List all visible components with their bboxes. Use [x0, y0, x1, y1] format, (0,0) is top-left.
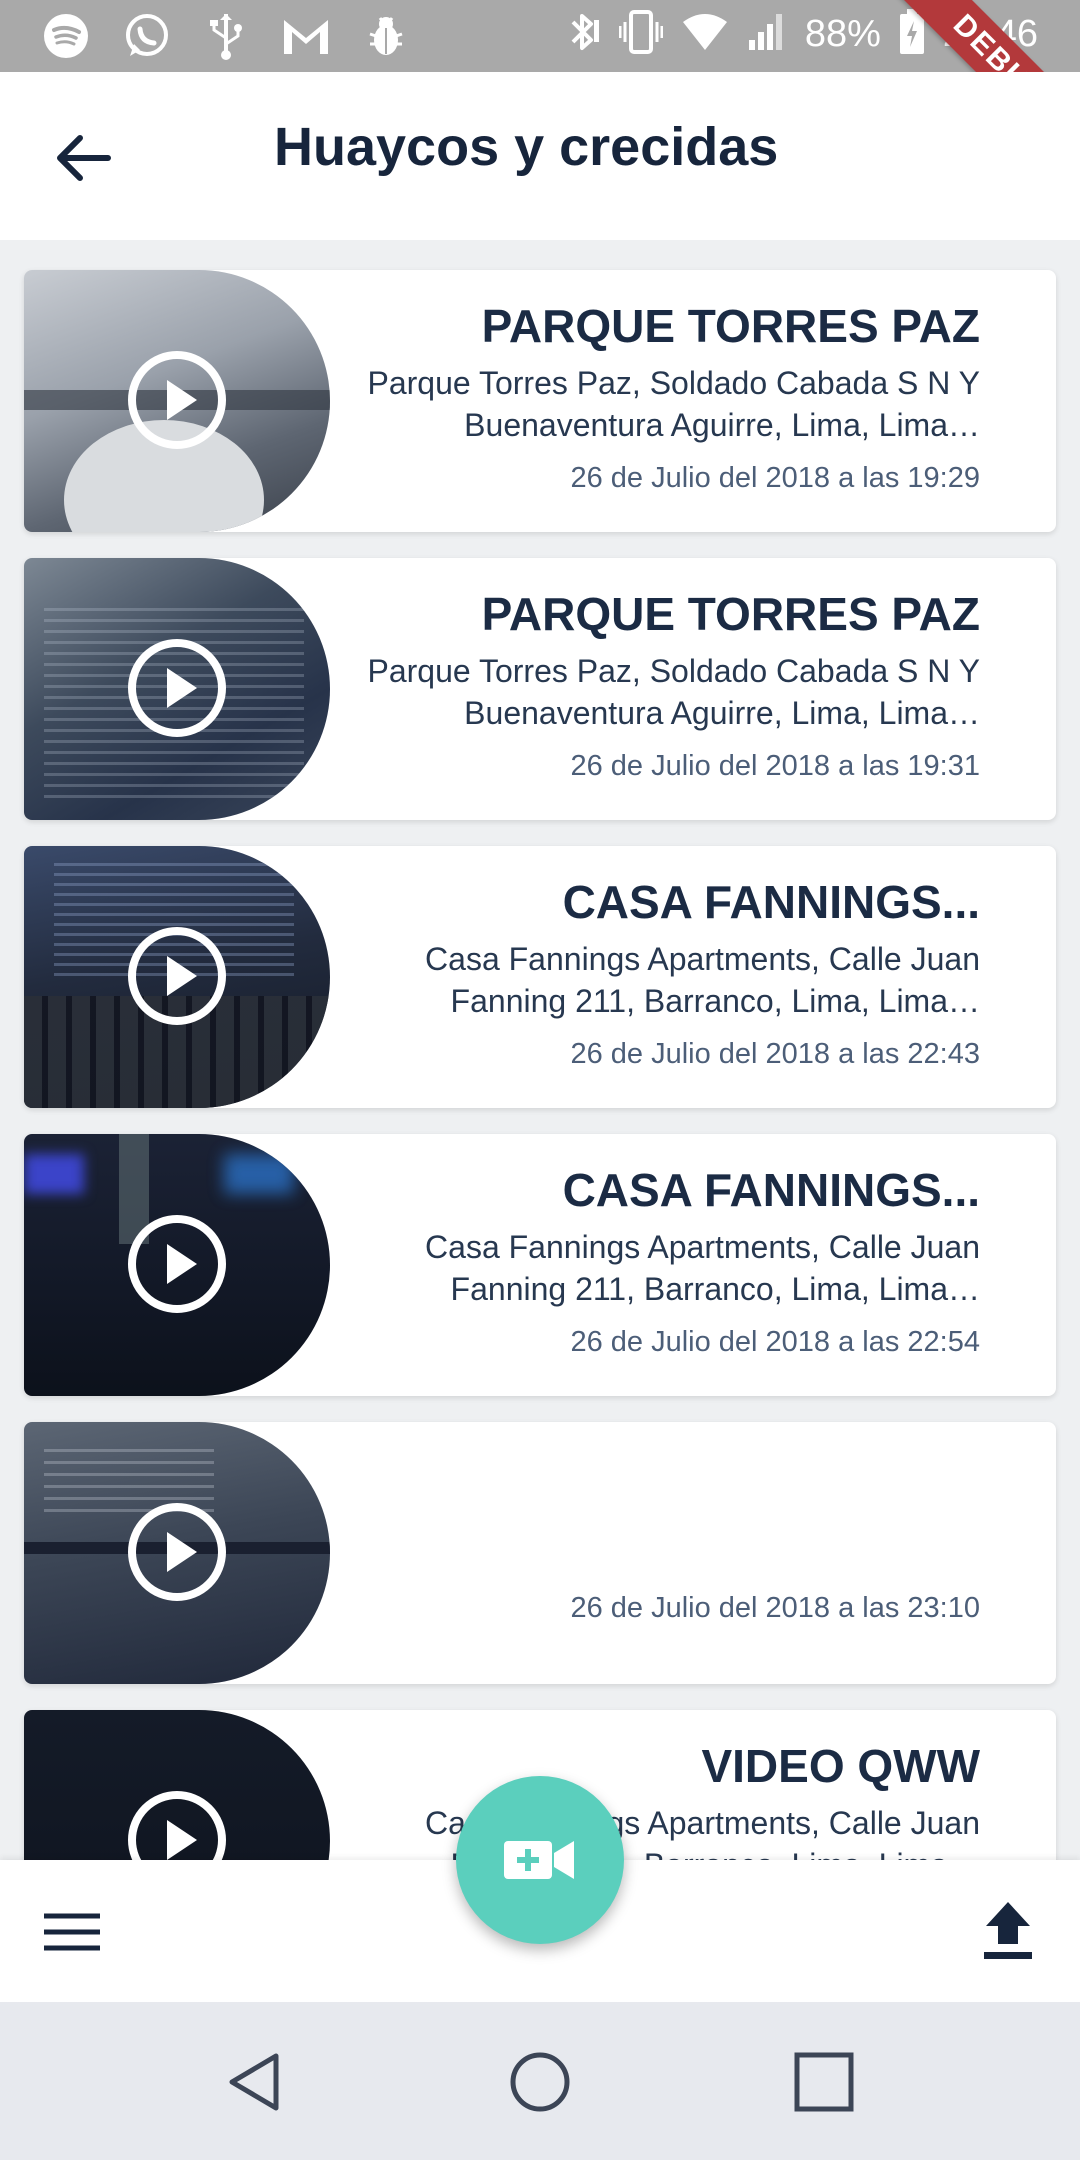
record-video-fab[interactable] [456, 1776, 624, 1944]
nav-recents-button[interactable] [788, 2046, 860, 2118]
video-title: CASA FANNINGS... [562, 1164, 980, 1216]
square-recents-icon [794, 2052, 854, 2112]
video-card[interactable]: 26 de Julio del 2018 a las 23:10 [24, 1422, 1056, 1684]
circle-home-icon [510, 2052, 570, 2112]
video-list[interactable]: PARQUE TORRES PAZ Parque Torres Paz, Sol… [0, 240, 1080, 1860]
bluetooth-icon [565, 8, 601, 60]
menu-button[interactable] [40, 1900, 104, 1964]
video-card[interactable]: PARQUE TORRES PAZ Parque Torres Paz, Sol… [24, 270, 1056, 532]
video-date: 26 de Julio del 2018 a las 19:31 [570, 750, 980, 782]
usb-icon [200, 10, 252, 62]
upload-icon [984, 1902, 1032, 1959]
video-info: 26 de Julio del 2018 a las 23:10 [360, 1582, 980, 1626]
video-thumbnail[interactable] [24, 846, 330, 1108]
video-address: Parque Torres Paz, Soldado Cabada S N Y … [367, 365, 980, 443]
system-navigation-bar [0, 2002, 1080, 2160]
debug-bug-icon [360, 10, 412, 62]
status-notification-icons [40, 10, 412, 62]
video-title: PARQUE TORRES PAZ [481, 300, 980, 352]
page-title: Huaycos y crecidas [274, 117, 779, 177]
battery-percentage: 88% [804, 12, 881, 55]
menu-icon [44, 1913, 100, 1951]
arrow-back-icon [57, 135, 111, 181]
vibrate-icon [618, 8, 664, 60]
play-icon[interactable] [127, 1790, 227, 1860]
video-thumbnail[interactable] [24, 1710, 330, 1860]
play-icon[interactable] [127, 350, 227, 450]
signal-icon [747, 12, 787, 56]
video-card[interactable]: PARQUE TORRES PAZ Parque Torres Paz, Sol… [24, 558, 1056, 820]
video-thumbnail[interactable] [24, 1134, 330, 1396]
video-address: Parque Torres Paz, Soldado Cabada S N Y … [367, 653, 980, 731]
video-address: Casa Fannings Apartments, Calle Juan Fan… [425, 1229, 980, 1307]
video-thumbnail[interactable] [24, 558, 330, 820]
play-icon[interactable] [127, 1214, 227, 1314]
play-icon[interactable] [127, 926, 227, 1026]
video-address: Casa Fannings Apartments, Calle Juan Fan… [425, 1805, 980, 1860]
gmail-icon [280, 10, 332, 62]
video-title: VIDEO QWW [701, 1740, 980, 1792]
video-thumbnail[interactable] [24, 270, 330, 532]
video-date: 26 de Julio del 2018 a las 22:54 [570, 1326, 980, 1358]
triangle-back-icon [229, 2053, 279, 2111]
play-icon[interactable] [127, 1502, 227, 1602]
video-date: 26 de Julio del 2018 a las 23:10 [570, 1592, 980, 1624]
play-icon[interactable] [127, 638, 227, 738]
back-button[interactable] [40, 120, 128, 196]
video-title: PARQUE TORRES PAZ [481, 588, 980, 640]
video-card[interactable]: CASA FANNINGS... Casa Fannings Apartment… [24, 846, 1056, 1108]
wifi-icon [681, 12, 729, 56]
video-card[interactable]: CASA FANNINGS... Casa Fannings Apartment… [24, 1134, 1056, 1396]
nav-home-button[interactable] [504, 2046, 576, 2118]
video-camera-add-icon [504, 1841, 574, 1879]
video-info: CASA FANNINGS... Casa Fannings Apartment… [360, 1162, 980, 1360]
nav-back-button[interactable] [220, 2046, 292, 2118]
upload-button[interactable] [976, 1896, 1040, 1966]
video-date: 26 de Julio del 2018 a las 22:43 [570, 1038, 980, 1070]
video-info: PARQUE TORRES PAZ Parque Torres Paz, Sol… [360, 298, 980, 496]
spotify-icon [40, 10, 92, 62]
whatsapp-icon [120, 10, 172, 62]
video-date: 26 de Julio del 2018 a las 19:29 [570, 462, 980, 494]
status-bar: 88% 23:46 DEBUG [0, 0, 1080, 186]
app-bar: Huaycos y crecidas [0, 72, 1080, 240]
video-address: Casa Fannings Apartments, Calle Juan Fan… [425, 941, 980, 1019]
video-title: CASA FANNINGS... [562, 876, 980, 928]
video-info: VIDEO QWW Casa Fannings Apartments, Call… [360, 1738, 980, 1860]
video-info: CASA FANNINGS... Casa Fannings Apartment… [360, 874, 980, 1072]
video-info: PARQUE TORRES PAZ Parque Torres Paz, Sol… [360, 586, 980, 784]
video-thumbnail[interactable] [24, 1422, 330, 1684]
